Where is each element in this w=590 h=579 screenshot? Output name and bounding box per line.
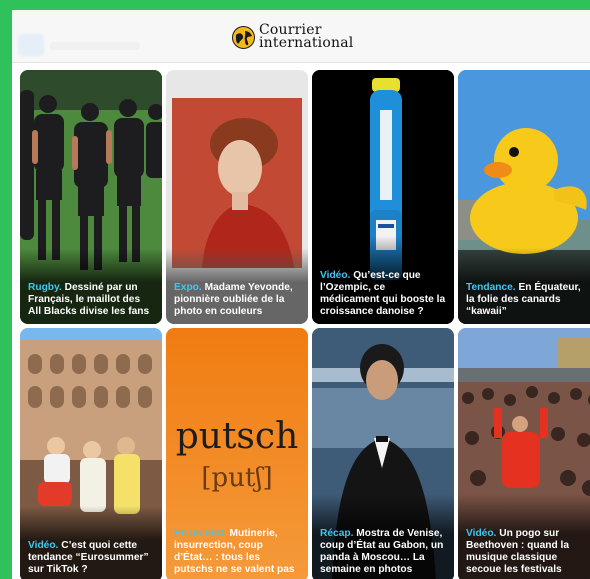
card-tag: En un mot. — [174, 528, 227, 539]
logo-wordmark: Courrier international — [259, 23, 354, 51]
featured-word: putsch — [175, 416, 299, 457]
card-caption: Rugby. Dessiné par un Français, le maill… — [20, 248, 162, 324]
article-card-eurosummer[interactable]: Vidéo. C’est quoi cette tendance “Eurosu… — [20, 328, 162, 579]
card-tag: Vidéo. — [466, 528, 497, 539]
card-caption: Expo. Madame Yevonde, pionnière oubliée … — [166, 248, 308, 324]
card-tag: Expo. — [174, 282, 202, 293]
card-tag: Rugby. — [28, 282, 62, 293]
article-card-putsch[interactable]: putsch [putʃ] En un mot. Mutinerie, insu… — [166, 328, 308, 579]
article-grid: Rugby. Dessiné par un Français, le maill… — [20, 70, 590, 579]
card-caption: Vidéo. Un pogo sur Beethoven : quand la … — [458, 494, 590, 579]
globe-icon — [232, 25, 255, 49]
article-card-festival[interactable]: Vidéo. Un pogo sur Beethoven : quand la … — [458, 328, 590, 579]
card-tag: Vidéo. — [320, 270, 351, 281]
card-tag: Récap. — [320, 528, 354, 539]
logo-line2: international — [259, 35, 354, 51]
card-caption: Vidéo. Qu’est-ce que l’Ozempic, ce médic… — [312, 236, 454, 324]
card-caption: Tendance. En Équateur, la folie des cana… — [458, 248, 590, 324]
header-placeholder — [50, 42, 140, 50]
article-card-week-photos[interactable]: Récap. Mostra de Venise, coup d’État au … — [312, 328, 454, 579]
page: Courrier international Rugby. Dessiné pa… — [12, 8, 590, 579]
card-caption: Récap. Mostra de Venise, coup d’État au … — [312, 494, 454, 579]
portrait-photo — [172, 98, 302, 268]
article-card-ozempic[interactable]: Vidéo. Qu’est-ce que l’Ozempic, ce médic… — [312, 70, 454, 324]
card-tag: Vidéo. — [28, 540, 59, 551]
site-header: Courrier international — [12, 10, 590, 63]
card-tag: Tendance. — [466, 282, 516, 293]
menu-icon[interactable] — [18, 34, 44, 56]
article-card-expo[interactable]: Expo. Madame Yevonde, pionnière oubliée … — [166, 70, 308, 324]
article-card-duck[interactable]: Tendance. En Équateur, la folie des cana… — [458, 70, 590, 324]
card-caption: Vidéo. C’est quoi cette tendance “Eurosu… — [20, 506, 162, 579]
site-logo[interactable]: Courrier international — [232, 22, 353, 52]
featured-word-phonetic: [putʃ] — [201, 463, 273, 493]
card-caption: En un mot. Mutinerie, insurrection, coup… — [166, 520, 308, 579]
article-card-rugby[interactable]: Rugby. Dessiné par un Français, le maill… — [20, 70, 162, 324]
